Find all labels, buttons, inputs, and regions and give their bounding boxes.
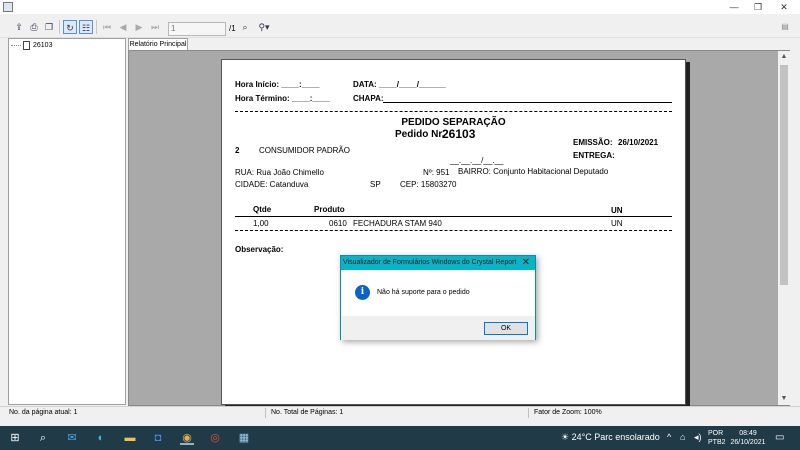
- total-pages-status: No. Total de Páginas: 1: [271, 409, 344, 416]
- volume-icon[interactable]: ◂): [694, 432, 702, 443]
- dialog-title: Visualizador de Formulários Windows do C…: [341, 256, 535, 270]
- entrega-label: ENTREGA:: [573, 151, 615, 160]
- clock-date: 26/10/2021: [730, 439, 766, 446]
- uf-field: SP: [370, 180, 381, 189]
- pedido-label: Pedido Nr.: [395, 129, 445, 140]
- table-footer-line: [235, 230, 672, 231]
- chrome-icon[interactable]: ◎: [208, 431, 222, 445]
- tab-relatorio-principal[interactable]: Relatório Principal: [128, 38, 188, 50]
- col-un-header: UN: [611, 206, 623, 215]
- bairro-field: BAIRRO: Conjunto Habitacional Deputado: [458, 167, 609, 176]
- dialog-close-icon[interactable]: ✕: [522, 256, 530, 270]
- weather-widget[interactable]: ☀ 24°C Parc ensolarado: [561, 432, 660, 443]
- rua-field: RUA: Rua João Chimello: [235, 168, 324, 177]
- zoom-status: Fator de Zoom: 100%: [534, 409, 602, 416]
- table-header-line: [235, 216, 672, 217]
- last-page-icon[interactable]: ⏭: [148, 20, 162, 34]
- document-icon: [23, 40, 30, 50]
- col-produto-header: Produto: [314, 205, 345, 214]
- chapa-line: [383, 102, 672, 103]
- app-icon: [3, 2, 13, 12]
- col-qtde-header: Qtde: [253, 205, 272, 214]
- group-tree-panel: 26103: [8, 38, 126, 405]
- row-un: UN: [611, 219, 623, 228]
- restore-button[interactable]: ❐: [746, 0, 770, 14]
- scroll-up-icon[interactable]: ▲: [778, 51, 790, 63]
- chevron-up-icon[interactable]: ^: [667, 432, 671, 442]
- group-tree-icon[interactable]: ☷: [79, 20, 93, 34]
- pedido-number: 26103: [442, 127, 476, 141]
- find-icon[interactable]: ⌕: [238, 20, 252, 34]
- status-bar: No. da página atual: 1 No. Total de Pági…: [0, 406, 800, 418]
- hora-termino-label: Hora Término: ____:____: [235, 94, 331, 103]
- page-total-label: /1: [229, 24, 236, 33]
- dialog-message: Não há suporte para o pedido: [377, 289, 470, 296]
- app-active-icon[interactable]: ◉: [180, 431, 194, 445]
- row-qtde: 1,00: [253, 219, 269, 228]
- prev-page-icon[interactable]: ◀: [116, 20, 130, 34]
- tree-item-label: 26103: [33, 41, 53, 49]
- weather-icon: ☀: [561, 432, 570, 442]
- zoom-icon[interactable]: ⚲▾: [255, 20, 273, 34]
- hora-inicio-label: Hora Início: ____:____: [235, 80, 320, 89]
- store-icon[interactable]: ▦: [237, 431, 251, 445]
- minimize-button[interactable]: —: [722, 0, 746, 14]
- copy-icon[interactable]: ❐: [42, 20, 56, 34]
- network-icon[interactable]: ⌂: [680, 432, 685, 442]
- close-window-button[interactable]: ✕: [772, 0, 796, 14]
- row-desc: FECHADURA STAM 940: [353, 219, 442, 228]
- header-divider: [235, 111, 672, 112]
- scroll-down-icon[interactable]: ▼: [778, 393, 790, 405]
- toolbar: ⇪ ⎙ ❐ ↻ ☷ ⏮ ◀ ▶ ⏭ ⌕ ⚲▾: [0, 14, 800, 38]
- print-icon[interactable]: ⎙: [27, 20, 41, 34]
- taskbar: ⊞ ⌕ ✉ ◐ ▬ ◘ ◉ ◎ ▦ ☀ 24°C Parc ensolarado…: [0, 426, 800, 450]
- edge-browser-icon[interactable]: ◐: [94, 431, 108, 445]
- entrega-blank: __.__.__/__.__: [450, 156, 504, 165]
- emissao-label: EMISSÃO:: [573, 138, 613, 147]
- title-bar: — ❐ ✕: [0, 0, 800, 14]
- weather-temp: 24°C: [571, 432, 592, 442]
- numero-field: Nº: 951: [423, 168, 450, 177]
- message-dialog: Visualizador de Formulários Windows do C…: [340, 255, 536, 340]
- data-label: DATA: ____/____/______: [353, 80, 446, 89]
- language-indicator[interactable]: POR PTB2: [708, 429, 726, 447]
- page-number-input[interactable]: 1: [168, 22, 226, 36]
- search-icon[interactable]: ⌕: [36, 431, 50, 445]
- vertical-scrollbar[interactable]: ▲ ▼: [778, 51, 790, 405]
- cidade-field: CIDADE: Catanduva: [235, 180, 309, 189]
- observacao-label: Observação:: [235, 245, 284, 254]
- report-page: Hora Início: ____:____ DATA: ____/____/_…: [221, 59, 686, 405]
- clock[interactable]: 08:49 26/10/2021: [730, 429, 766, 447]
- weather-desc: Parc ensolarado: [594, 432, 660, 442]
- tree-item-26103[interactable]: 26103: [11, 40, 52, 50]
- client-name: CONSUMIDOR PADRÃO: [259, 146, 350, 155]
- emissao-date: 26/10/2021: [618, 138, 659, 147]
- current-page-status: No. da página atual: 1: [9, 409, 78, 416]
- client-code: 2: [235, 146, 240, 155]
- notification-icon[interactable]: ▭: [775, 432, 784, 443]
- refresh-icon[interactable]: ↻: [63, 20, 77, 34]
- toolbar-overflow-icon[interactable]: ▤: [779, 22, 791, 34]
- outlook-icon[interactable]: ◘: [151, 431, 165, 445]
- dialog-footer: OK: [341, 316, 535, 340]
- info-icon: i: [355, 285, 370, 300]
- chapa-label: CHAPA:: [353, 94, 384, 103]
- mail-icon[interactable]: ✉: [65, 431, 79, 445]
- next-page-icon[interactable]: ▶: [132, 20, 146, 34]
- scroll-thumb[interactable]: [780, 65, 788, 285]
- row-code: 0610: [329, 219, 347, 228]
- first-page-icon[interactable]: ⏮: [100, 20, 114, 34]
- export-icon[interactable]: ⇪: [12, 20, 26, 34]
- file-explorer-icon[interactable]: ▬: [123, 431, 137, 445]
- ok-button[interactable]: OK: [484, 322, 528, 335]
- cep-field: CEP: 15803270: [400, 180, 457, 189]
- windows-start-icon[interactable]: ⊞: [8, 431, 22, 445]
- clock-time: 08:49: [739, 430, 757, 437]
